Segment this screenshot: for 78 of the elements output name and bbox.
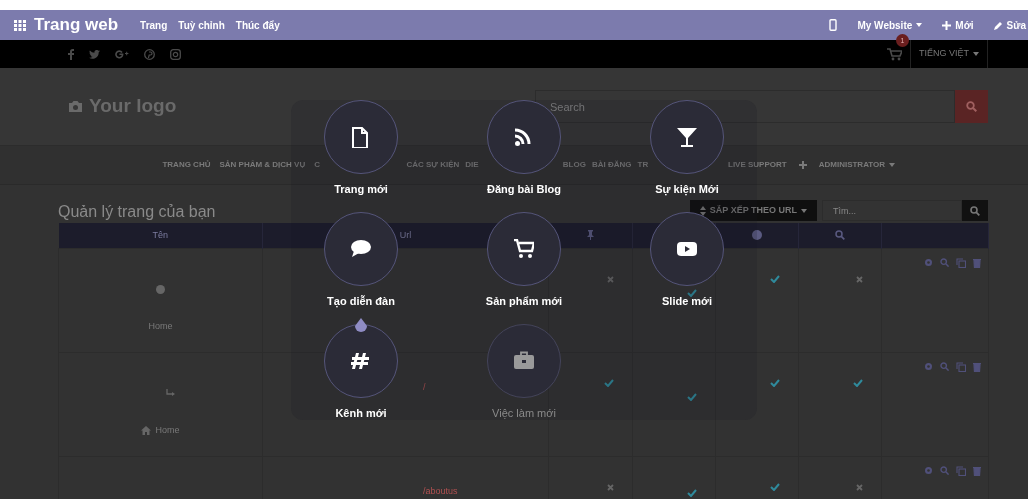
plus-icon [942,20,952,30]
shopping-cart-icon [514,238,534,260]
pencil-icon [993,20,1003,30]
nav-link[interactable]: CÁC SỰ KIỆN [406,159,460,171]
caret-icon [801,208,807,213]
settings-icon[interactable] [924,257,933,267]
search-field[interactable]: Search [535,90,955,123]
copy-icon[interactable] [956,361,966,372]
language-dropdown[interactable]: TIẾNG VIỆT [910,40,988,68]
menu-link[interactable]: Tuỳ chỉnh [178,17,225,33]
page-title: Quản lý trang của bạn [58,201,216,221]
option-label: Việc làm mới [492,407,556,420]
option-label: Tạo diễn đàn [327,295,395,308]
caret-icon [916,23,923,27]
page-url: /aboutus [423,485,458,496]
caret-icon [889,163,896,167]
caret-icon [973,52,979,56]
instagram-icon[interactable] [170,48,181,60]
search-icon[interactable] [940,257,949,267]
menu-link[interactable]: Thúc đẩy [235,17,280,33]
settings-icon[interactable] [924,361,933,371]
search-icon[interactable] [940,465,949,475]
app-title: Trang web [34,14,119,37]
document-icon [351,126,371,148]
pinterest-icon[interactable] [144,48,155,60]
nav-link[interactable]: BÀI ĐĂNG [591,159,632,171]
search-button[interactable] [955,90,988,123]
nav-link[interactable]: TRANG CHỦ [162,159,211,171]
twitter-icon[interactable] [89,49,100,59]
google-plus-icon[interactable] [115,49,129,59]
copy-icon[interactable] [956,257,966,268]
edit-button[interactable]: Sửa [993,17,1026,33]
nav-link[interactable]: BLOG [562,159,586,171]
cart-icon[interactable] [887,48,902,62]
copy-icon[interactable] [956,465,966,476]
speech-bubble-icon [351,238,371,260]
search-icon [835,230,845,241]
trash-icon[interactable] [973,465,981,476]
nav-link[interactable]: TR [637,159,649,171]
nav-link[interactable]: LIVE SUPPORT [728,159,787,171]
pin-icon [587,230,594,241]
option-label: Sản phẩm mới [485,295,563,308]
nav-link[interactable]: ADMINISTRATOR [818,159,896,171]
page-url: / [423,381,426,392]
page-name: Home [155,424,180,437]
cocktail-glass-icon [677,126,697,148]
trash-icon[interactable] [973,361,981,372]
nav-link[interactable]: SẢN PHẨM & DỊCH VỤ [219,159,306,171]
briefcase-icon [514,350,534,372]
mobile-preview-icon[interactable] [829,19,838,31]
home-icon [141,426,152,436]
option-label: Đăng bài Blog [487,183,561,196]
filter-search-button[interactable] [962,200,988,221]
option-label: Sự kiện Mới [655,183,719,196]
column-header: Tên [58,223,263,248]
camera-icon [68,100,83,113]
child-arrow-icon [166,389,175,398]
new-button[interactable]: Mới [942,17,974,33]
sort-dropdown[interactable]: SẮP XẾP THEO URL [689,200,817,221]
menu-link[interactable]: Trang [140,17,168,33]
nav-link[interactable]: DIE [465,159,479,171]
filter-field[interactable]: Tìm... [822,200,962,221]
option-label: Trang mới [334,183,388,196]
trash-icon[interactable] [973,257,981,268]
settings-icon[interactable] [924,465,933,475]
page-name: Home [147,320,174,333]
search-icon [970,205,980,216]
apps-menu-icon[interactable] [14,19,26,31]
plus-icon[interactable] [798,161,807,169]
website-dropdown[interactable]: My Website [857,17,923,33]
sort-icon [699,205,706,216]
option-label: Slide mới [662,295,712,308]
search-icon[interactable] [940,361,949,371]
search-icon [966,101,977,112]
nav-link[interactable]: C [314,159,320,171]
hashtag-icon [351,350,371,372]
option-label: Kênh mới [335,407,387,420]
facebook-icon[interactable] [68,48,74,60]
